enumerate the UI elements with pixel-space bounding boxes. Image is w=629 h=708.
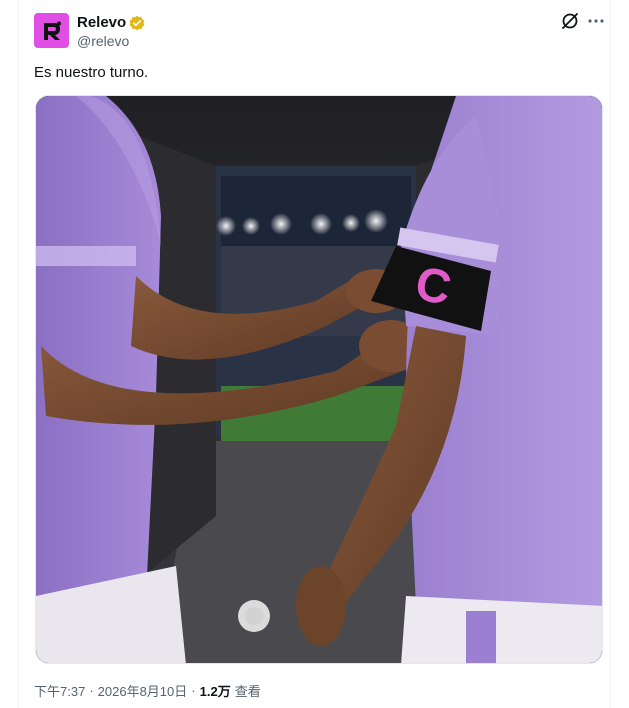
- author-name-row: Relevo: [77, 14, 145, 31]
- tweet-meta: 下午7:37 · 2026年8月10日 · 1.2万 查看: [34, 681, 261, 700]
- avatar[interactable]: [34, 13, 69, 48]
- meta-separator: ·: [89, 683, 94, 698]
- tweet-card: Relevo @relevo Es nuestro turno. C 下午7:3…: [18, 0, 611, 708]
- relevo-logo-icon: [43, 21, 61, 40]
- views-count: 1.2万: [199, 684, 231, 699]
- author-display-name[interactable]: Relevo: [77, 14, 126, 31]
- author-handle[interactable]: @relevo: [77, 33, 129, 49]
- captain-armband-photo: [36, 96, 602, 663]
- meta-separator: ·: [191, 683, 196, 698]
- tweet-text: Es nuestro turno.: [34, 64, 149, 81]
- grok-icon[interactable]: [560, 11, 580, 31]
- more-icon[interactable]: [587, 13, 605, 29]
- tweet-date[interactable]: 2026年8月10日: [98, 681, 188, 700]
- views-label: 查看: [234, 684, 261, 699]
- verified-badge-icon[interactable]: [129, 15, 145, 31]
- tweet-time[interactable]: 下午7:37: [34, 681, 85, 700]
- tweet-media-image[interactable]: C: [35, 95, 603, 664]
